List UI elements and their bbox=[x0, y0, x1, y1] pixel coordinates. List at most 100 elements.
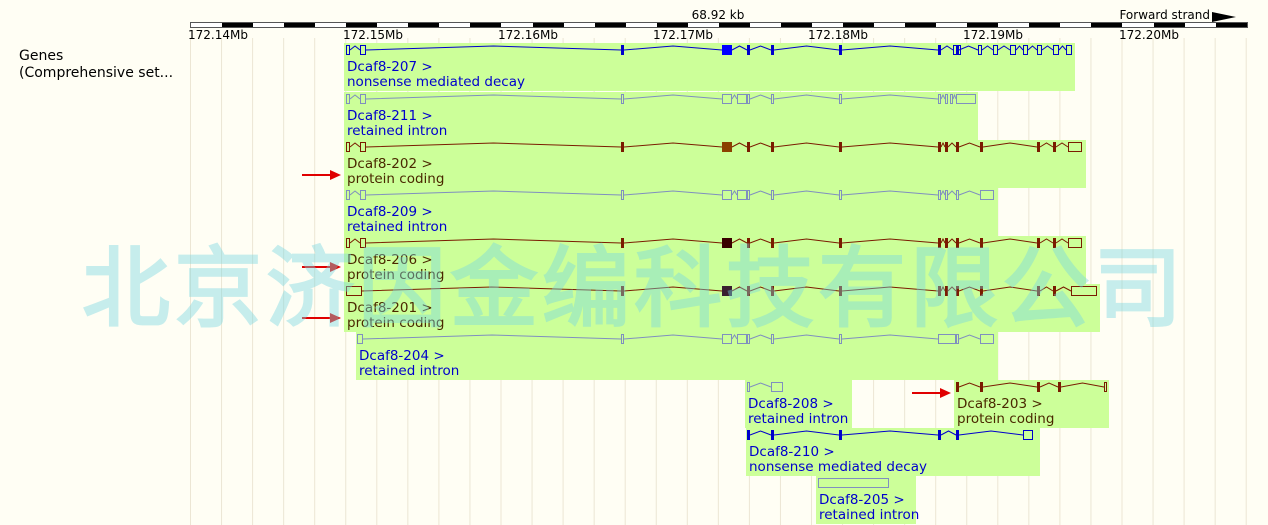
coding-exon[interactable] bbox=[839, 430, 842, 440]
coding-exon[interactable] bbox=[980, 286, 983, 296]
noncoding-exon[interactable] bbox=[950, 94, 953, 104]
noncoding-exon[interactable] bbox=[938, 190, 941, 200]
coding-exon[interactable] bbox=[621, 142, 624, 152]
transcript-name[interactable]: Dcaf8-209 > bbox=[347, 205, 433, 220]
coding-exon[interactable] bbox=[956, 238, 959, 248]
coding-exon[interactable] bbox=[621, 238, 624, 248]
coding-exon[interactable] bbox=[722, 238, 732, 248]
transcript-name[interactable]: Dcaf8-205 > bbox=[819, 493, 905, 508]
coding-exon[interactable] bbox=[1053, 286, 1056, 296]
noncoding-exon[interactable] bbox=[737, 190, 747, 200]
coding-exon[interactable] bbox=[956, 430, 959, 440]
coding-exon[interactable] bbox=[945, 286, 948, 296]
noncoding-exon[interactable] bbox=[839, 190, 842, 200]
coding-exon[interactable] bbox=[956, 382, 959, 392]
transcript-dcaf8-201[interactable]: Dcaf8-201 > protein coding bbox=[344, 284, 1100, 332]
coding-exon[interactable] bbox=[839, 286, 842, 296]
noncoding-exon[interactable] bbox=[1068, 238, 1082, 248]
coding-exon[interactable] bbox=[747, 238, 750, 248]
coding-exon[interactable] bbox=[839, 45, 842, 55]
coding-exon[interactable] bbox=[956, 142, 959, 152]
coding-exon[interactable] bbox=[938, 286, 941, 296]
coding-exon[interactable] bbox=[938, 430, 941, 440]
coding-exon[interactable] bbox=[771, 238, 774, 248]
noncoding-exon[interactable] bbox=[1010, 45, 1016, 55]
transcript-name[interactable]: Dcaf8-201 > bbox=[347, 301, 433, 316]
noncoding-exon[interactable] bbox=[839, 94, 842, 104]
transcript-name[interactable]: Dcaf8-203 > bbox=[957, 397, 1043, 412]
coding-exon[interactable] bbox=[771, 286, 774, 296]
transcript-model[interactable] bbox=[344, 236, 1086, 250]
noncoding-exon[interactable] bbox=[360, 45, 366, 55]
noncoding-exon[interactable] bbox=[722, 334, 732, 344]
noncoding-exon[interactable] bbox=[1023, 430, 1033, 440]
coding-exon[interactable] bbox=[771, 45, 774, 55]
coding-exon[interactable] bbox=[980, 142, 983, 152]
coding-exon[interactable] bbox=[747, 142, 750, 152]
noncoding-exon[interactable] bbox=[771, 334, 774, 344]
transcript-name[interactable]: Dcaf8-204 > bbox=[359, 349, 445, 364]
noncoding-exon[interactable] bbox=[722, 94, 732, 104]
coding-exon[interactable] bbox=[956, 45, 959, 55]
transcript-name[interactable]: Dcaf8-206 > bbox=[347, 253, 433, 268]
noncoding-exon[interactable] bbox=[360, 238, 366, 248]
coding-exon[interactable] bbox=[747, 45, 750, 55]
noncoding-exon[interactable] bbox=[722, 190, 732, 200]
coding-exon[interactable] bbox=[1037, 382, 1040, 392]
coding-exon[interactable] bbox=[1058, 382, 1061, 392]
coding-exon[interactable] bbox=[722, 142, 732, 152]
transcript-model[interactable] bbox=[344, 140, 1086, 154]
transcript-model[interactable] bbox=[816, 476, 916, 490]
coding-exon[interactable] bbox=[839, 238, 842, 248]
noncoding-exon[interactable] bbox=[1068, 142, 1082, 152]
noncoding-exon[interactable] bbox=[771, 382, 783, 392]
noncoding-exon[interactable] bbox=[980, 190, 994, 200]
noncoding-exon[interactable] bbox=[360, 142, 366, 152]
transcript-model[interactable] bbox=[356, 332, 998, 346]
noncoding-exon[interactable] bbox=[346, 286, 362, 296]
noncoding-exon[interactable] bbox=[980, 334, 994, 344]
noncoding-exon[interactable] bbox=[747, 190, 750, 200]
transcript-dcaf8-206[interactable]: Dcaf8-206 > protein coding bbox=[344, 236, 1086, 284]
noncoding-exon[interactable] bbox=[945, 190, 948, 200]
noncoding-exon[interactable] bbox=[945, 94, 948, 104]
track-label[interactable]: Genes (Comprehensive set... bbox=[19, 48, 173, 82]
noncoding-exon[interactable] bbox=[360, 94, 366, 104]
transcript-name[interactable]: Dcaf8-210 > bbox=[749, 445, 835, 460]
noncoding-exon[interactable] bbox=[621, 190, 624, 200]
noncoding-exon[interactable] bbox=[621, 334, 624, 344]
noncoding-exon[interactable] bbox=[346, 45, 350, 55]
noncoding-exon[interactable] bbox=[978, 45, 982, 55]
noncoding-exon[interactable] bbox=[737, 94, 747, 104]
coding-exon[interactable] bbox=[747, 430, 750, 440]
noncoding-exon[interactable] bbox=[839, 334, 842, 344]
noncoding-exon[interactable] bbox=[1066, 45, 1072, 55]
coding-exon[interactable] bbox=[938, 142, 941, 152]
transcript-name[interactable]: Dcaf8-207 > bbox=[347, 60, 433, 75]
coding-exon[interactable] bbox=[771, 142, 774, 152]
transcript-dcaf8-205[interactable]: Dcaf8-205 > retained intron bbox=[816, 476, 919, 524]
coding-exon[interactable] bbox=[1037, 142, 1040, 152]
noncoding-exon[interactable] bbox=[1104, 382, 1107, 392]
noncoding-exon[interactable] bbox=[938, 334, 956, 344]
coding-exon[interactable] bbox=[945, 142, 948, 152]
coding-exon[interactable] bbox=[747, 286, 750, 296]
transcript-dcaf8-210[interactable]: Dcaf8-210 > nonsense mediated decay bbox=[746, 428, 1040, 476]
noncoding-exon[interactable] bbox=[956, 190, 959, 200]
noncoding-exon[interactable] bbox=[818, 478, 889, 488]
transcript-dcaf8-211[interactable]: Dcaf8-211 > retained intron bbox=[344, 92, 978, 140]
transcript-dcaf8-204[interactable]: Dcaf8-204 > retained intron bbox=[356, 332, 998, 380]
noncoding-exon[interactable] bbox=[737, 334, 747, 344]
coding-exon[interactable] bbox=[722, 286, 732, 296]
transcript-model[interactable] bbox=[344, 188, 998, 202]
coding-exon[interactable] bbox=[621, 286, 624, 296]
transcript-model[interactable] bbox=[344, 284, 1100, 298]
coding-exon[interactable] bbox=[1053, 238, 1056, 248]
coding-exon[interactable] bbox=[1053, 142, 1056, 152]
coding-exon[interactable] bbox=[1037, 286, 1040, 296]
transcript-model[interactable] bbox=[954, 380, 1109, 394]
transcript-name[interactable]: Dcaf8-202 > bbox=[347, 157, 433, 172]
transcript-dcaf8-208[interactable]: Dcaf8-208 > retained intron bbox=[745, 380, 852, 428]
noncoding-exon[interactable] bbox=[747, 382, 750, 392]
noncoding-exon[interactable] bbox=[360, 190, 366, 200]
